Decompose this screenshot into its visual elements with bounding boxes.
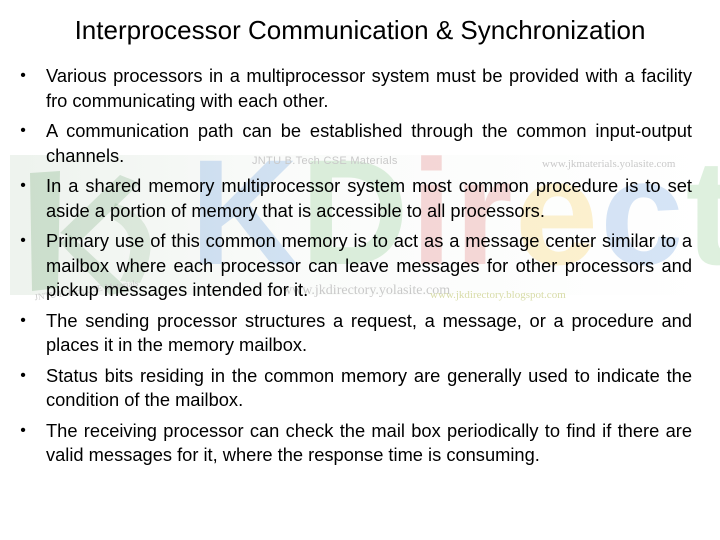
bullet-text: The sending processor structures a reque… [46, 309, 692, 356]
bullet-icon: • [20, 122, 26, 139]
bullet-text: The receiving processor can check the ma… [46, 419, 692, 466]
bullet-icon: • [20, 421, 26, 439]
slide-title: Interprocessor Communication & Synchroni… [74, 15, 646, 45]
bullet-text: In a shared memory multiprocessor system… [46, 175, 692, 221]
bullet-text: A communication path can be established … [46, 120, 692, 166]
bullet-icon: • [20, 67, 26, 84]
bullet-item: • Various processors in a multiprocessor… [16, 64, 692, 113]
bullet-item: • The sending processor structures a req… [16, 309, 692, 358]
bullet-text: Status bits residing in the common memor… [46, 364, 692, 411]
bullet-item: • Primary use of this common memory is t… [16, 229, 692, 303]
bullet-item: • Status bits residing in the common mem… [16, 364, 692, 413]
slide: KDirectory! JNTU B.Tech CSE Materials ww… [0, 0, 720, 540]
bullet-item: • A communication path can be establishe… [16, 119, 692, 168]
bullet-list: • Various processors in a multiprocessor… [16, 64, 692, 474]
bullet-text: Primary use of this common memory is to … [46, 230, 692, 300]
bullet-icon: • [20, 366, 26, 384]
bullet-icon: • [20, 177, 26, 194]
bullet-icon: • [20, 232, 26, 249]
bullet-icon: • [20, 311, 26, 329]
bullet-text: Various processors in a multiprocessor s… [46, 65, 692, 111]
bullet-item: • The receiving processor can check the … [16, 419, 692, 468]
bullet-item: • In a shared memory multiprocessor syst… [16, 174, 692, 223]
